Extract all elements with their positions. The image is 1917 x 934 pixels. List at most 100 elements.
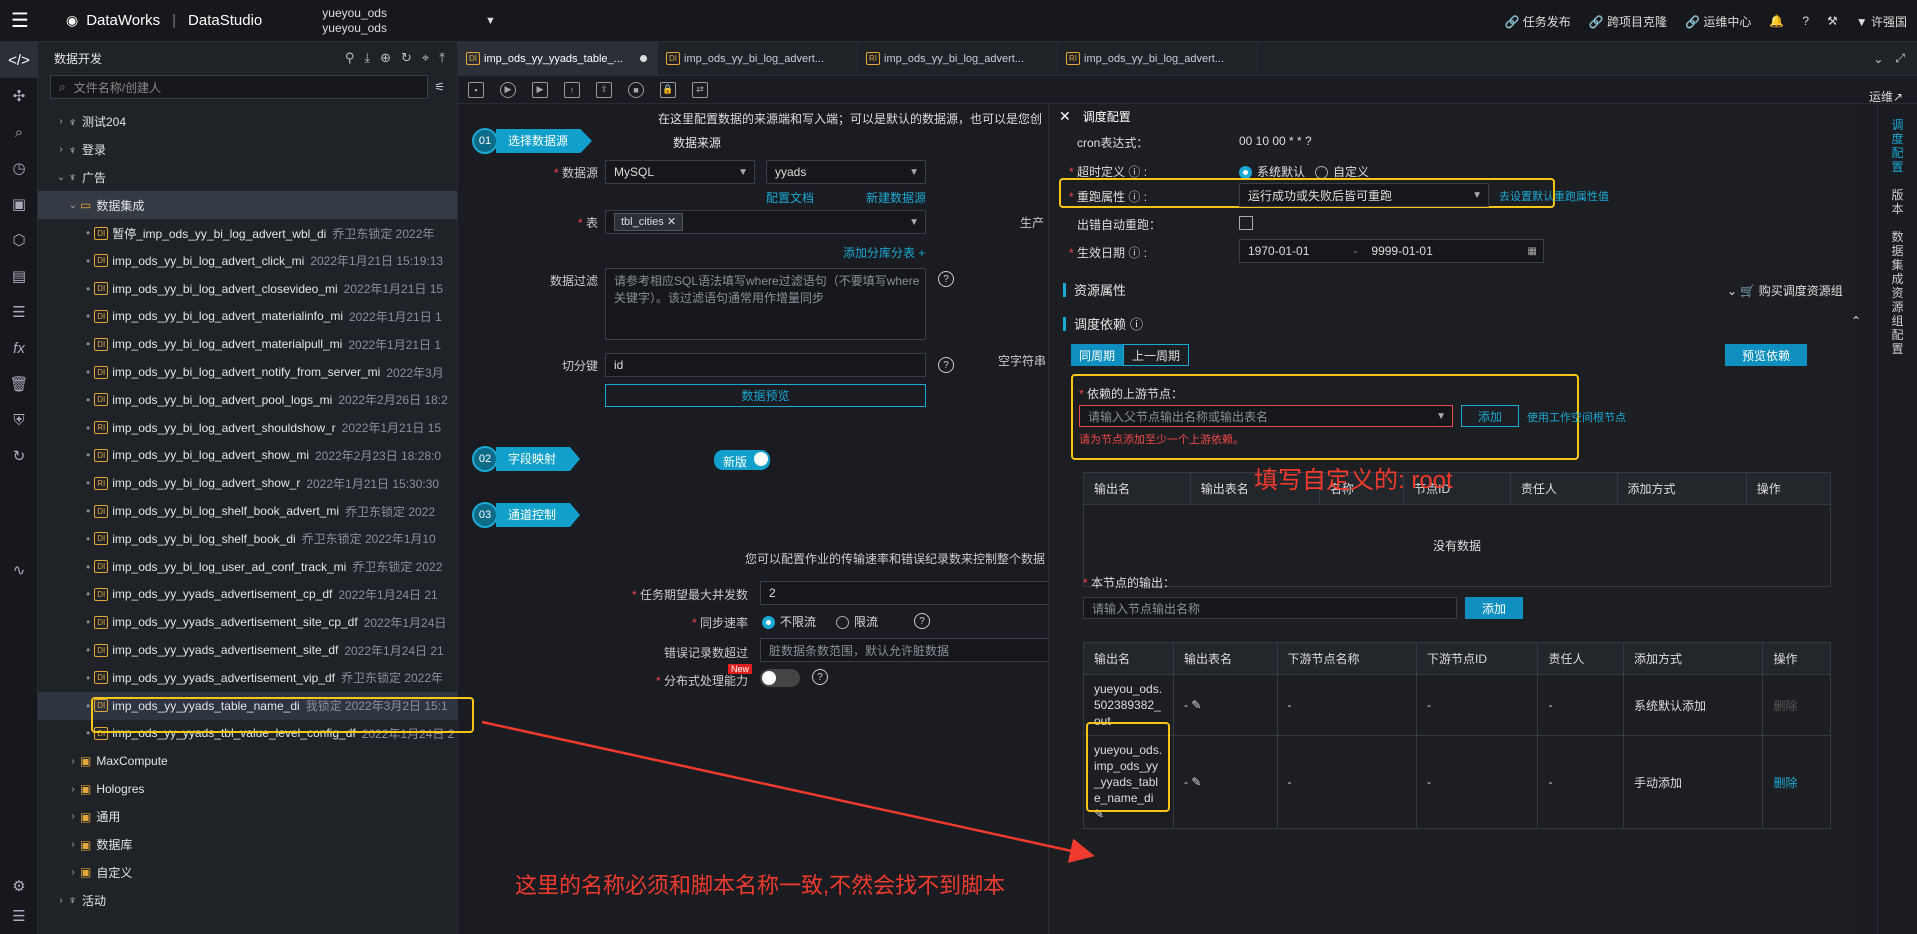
tree-node-file[interactable]: • DI imp_ods_yy_bi_log_advert_closevideo_m…: [38, 275, 457, 303]
run-params-icon[interactable]: ▶: [532, 81, 548, 98]
new-file-icon[interactable]: ⊕: [380, 50, 391, 66]
run-icon[interactable]: ▶: [500, 81, 516, 98]
tree-node-file[interactable]: • DI imp_ods_yy_bi_log_advert_show_mi 2022年…: [38, 442, 457, 470]
distributed-toggle[interactable]: [760, 669, 800, 687]
refresh-search-icon[interactable]: ↻: [0, 438, 38, 474]
function-icon[interactable]: fx: [0, 330, 38, 366]
add-shard-link[interactable]: 添加分库分表 +: [843, 244, 925, 261]
submit-icon[interactable]: ↑: [564, 81, 580, 98]
upstream-input[interactable]: 请输入父节点输出名称或输出表名 ▼: [1079, 405, 1453, 427]
editor-tab[interactable]: DI imp_ods_yy_bi_log_advert...: [658, 42, 858, 75]
chevron-right-icon[interactable]: ›: [66, 839, 80, 850]
ops-link[interactable]: 运维↗: [1869, 88, 1903, 105]
edit-icon[interactable]: ✎: [1188, 775, 1201, 789]
new-datasource-link[interactable]: 新建数据源: [866, 189, 926, 206]
effective-date-range[interactable]: 1970-01-01 - 9999-01-01 ▦: [1239, 239, 1544, 263]
deploy-icon[interactable]: ⇧: [596, 81, 612, 98]
chevron-down-icon[interactable]: ⌄: [66, 200, 80, 211]
tab-same-cycle[interactable]: 同周期: [1071, 344, 1123, 366]
tree-node-file[interactable]: • DI imp_ods_yy_yyads_advertisement_site_c…: [38, 608, 457, 636]
tree-node-file[interactable]: • DI imp_ods_yy_bi_log_advert_pool_logs_mi…: [38, 386, 457, 414]
tree-node-file[interactable]: • DI imp_ods_yy_bi_log_shelf_book_advert_m…: [38, 497, 457, 525]
output-input[interactable]: 请输入节点输出名称: [1083, 597, 1457, 619]
add-output-button[interactable]: 添加: [1465, 597, 1523, 619]
speed-unlimited-radio[interactable]: 不限流: [762, 613, 816, 630]
tree-node-file[interactable]: • DI imp_ods_yy_bi_log_user_ad_conf_track_…: [38, 553, 457, 581]
user-menu[interactable]: ▼ 许强国: [1856, 13, 1907, 30]
tree-node-file[interactable]: • DI imp_ods_yy_bi_log_advert_notify_from_…: [38, 358, 457, 386]
error-limit-input[interactable]: 脏数据条数范围，默认允许脏数据: [760, 638, 1048, 662]
tree-node-folder[interactable]: › ▣ Hologres: [38, 775, 457, 803]
hamburger-menu-icon[interactable]: ☰: [0, 8, 40, 33]
tree-node-file[interactable]: • RI imp_ods_yy_bi_log_advert_show_r 2022年1…: [38, 469, 457, 497]
rail-version[interactable]: 版本: [1891, 188, 1905, 216]
preview-dependency-button[interactable]: 预览依赖: [1725, 344, 1807, 366]
datasource-name-select[interactable]: yyads ▼: [766, 160, 926, 184]
use-root-node-link[interactable]: 使用工作空间根节点: [1527, 409, 1626, 425]
config-doc-link[interactable]: 配置文档: [766, 189, 814, 206]
refresh-icon[interactable]: ↻: [401, 50, 412, 66]
chevron-down-icon[interactable]: ▼: [485, 15, 496, 27]
tree-node-file[interactable]: • DI imp_ods_yy_yyads_advertisement_cp_df 2…: [38, 581, 457, 609]
tree-node-file[interactable]: • DI imp_ods_yy_bi_log_shelf_book_di 乔卫东锁定 …: [38, 525, 457, 553]
step-select-datasource[interactable]: 01 选择数据源: [472, 128, 593, 154]
lock-icon[interactable]: 🔒: [660, 81, 676, 98]
tree-node-file[interactable]: • DI imp_ods_yy_yyads_advertisement_site_d…: [38, 636, 457, 664]
data-preview-button[interactable]: 数据预览: [605, 384, 926, 407]
rail-schedule-config[interactable]: 调度配置: [1891, 118, 1905, 174]
chevron-up-icon[interactable]: ⌃: [1851, 314, 1861, 328]
script-mode-icon[interactable]: ⇄: [692, 81, 708, 98]
tree-node-folder[interactable]: › ♆ 测试204: [38, 108, 457, 136]
chevron-right-icon[interactable]: ›: [66, 867, 80, 878]
file-search-input[interactable]: ⌕ 文件名称/创建人: [50, 75, 429, 99]
tab-previous-cycle[interactable]: 上一周期: [1123, 344, 1189, 366]
chevron-right-icon[interactable]: ›: [54, 895, 68, 906]
tree-node-folder[interactable]: › ▣ 自定义: [38, 859, 457, 887]
chevron-right-icon[interactable]: ›: [54, 144, 68, 155]
trash-icon[interactable]: 🗑: [0, 366, 38, 402]
shield-icon[interactable]: ⛨: [0, 402, 38, 438]
split-key-input[interactable]: id: [605, 353, 926, 377]
filter-icon[interactable]: ⚟: [434, 80, 445, 94]
chevron-down-icon[interactable]: ⌄: [54, 172, 68, 183]
tree-node-folder[interactable]: ⌄ ▭ 数据集成: [38, 191, 457, 220]
add-upstream-button[interactable]: 添加: [1461, 405, 1519, 427]
maximize-icon[interactable]: ⤢: [1895, 51, 1905, 66]
locate-icon[interactable]: ⌖: [422, 50, 429, 66]
filter-textarea[interactable]: 请参考相应SQL语法填写where过滤语句（不要填写where关键字）。该过滤语…: [605, 268, 926, 340]
table-select[interactable]: tbl_cities ✕ ▼: [605, 210, 926, 234]
clone-link[interactable]: 🔗 跨项目克隆: [1589, 13, 1667, 30]
default-rerun-link[interactable]: 去设置默认重跑属性值: [1499, 188, 1609, 204]
step-channel-control[interactable]: 03 通道控制: [472, 502, 581, 528]
auto-retry-checkbox[interactable]: [1239, 216, 1253, 230]
rerun-select[interactable]: 运行成功或失败后皆可重跑 ▼: [1239, 183, 1489, 207]
tree-node-folder[interactable]: › ▣ 通用: [38, 803, 457, 831]
save-icon[interactable]: ▪: [468, 81, 484, 98]
import-icon[interactable]: ⤓: [364, 50, 370, 66]
stop-icon[interactable]: ■: [628, 81, 644, 98]
tree-node-folder[interactable]: › ▣ 数据库: [38, 831, 457, 859]
step-field-mapping[interactable]: 02 字段映射: [472, 446, 581, 472]
clock-icon[interactable]: ◷: [0, 150, 38, 186]
tree-node-file[interactable]: • DI imp_ods_yy_bi_log_advert_materialinfo…: [38, 303, 457, 331]
cube-icon[interactable]: ⬡: [0, 222, 38, 258]
bell-icon[interactable]: 🔔: [1769, 14, 1784, 28]
tree-node-file[interactable]: • DI imp_ods_yy_bi_log_advert_click_mi 2022…: [38, 247, 457, 275]
puzzle-icon[interactable]: ✣: [0, 78, 38, 114]
help-icon[interactable]: ?: [812, 669, 828, 685]
tools-icon[interactable]: ⚒: [1827, 14, 1838, 28]
chevron-right-icon[interactable]: ›: [66, 784, 80, 795]
tree-node-file[interactable]: • DI imp_ods_yy_yyads_advertisement_vip_df…: [38, 664, 457, 692]
collapse-icon[interactable]: ☰: [0, 898, 38, 934]
edit-icon[interactable]: ✎: [1188, 698, 1201, 712]
close-icon[interactable]: ✕: [1059, 108, 1071, 125]
concurrency-input[interactable]: 2: [760, 581, 1048, 605]
help-icon[interactable]: ?: [914, 613, 930, 629]
operation-cell[interactable]: 删除: [1762, 735, 1831, 829]
help-icon[interactable]: ?: [938, 357, 954, 373]
editor-tab[interactable]: RI imp_ods_yy_bi_log_advert...: [858, 42, 1058, 75]
tree-node-folder[interactable]: › ♆ 活动: [38, 886, 457, 914]
workspace-selector[interactable]: yueyou_ods yueyou_ods: [322, 6, 387, 36]
ops-center-link[interactable]: 🔗 运维中心: [1685, 13, 1751, 30]
tree-node-file[interactable]: • RI imp_ods_yy_bi_log_advert_shouldshow_r…: [38, 414, 457, 442]
